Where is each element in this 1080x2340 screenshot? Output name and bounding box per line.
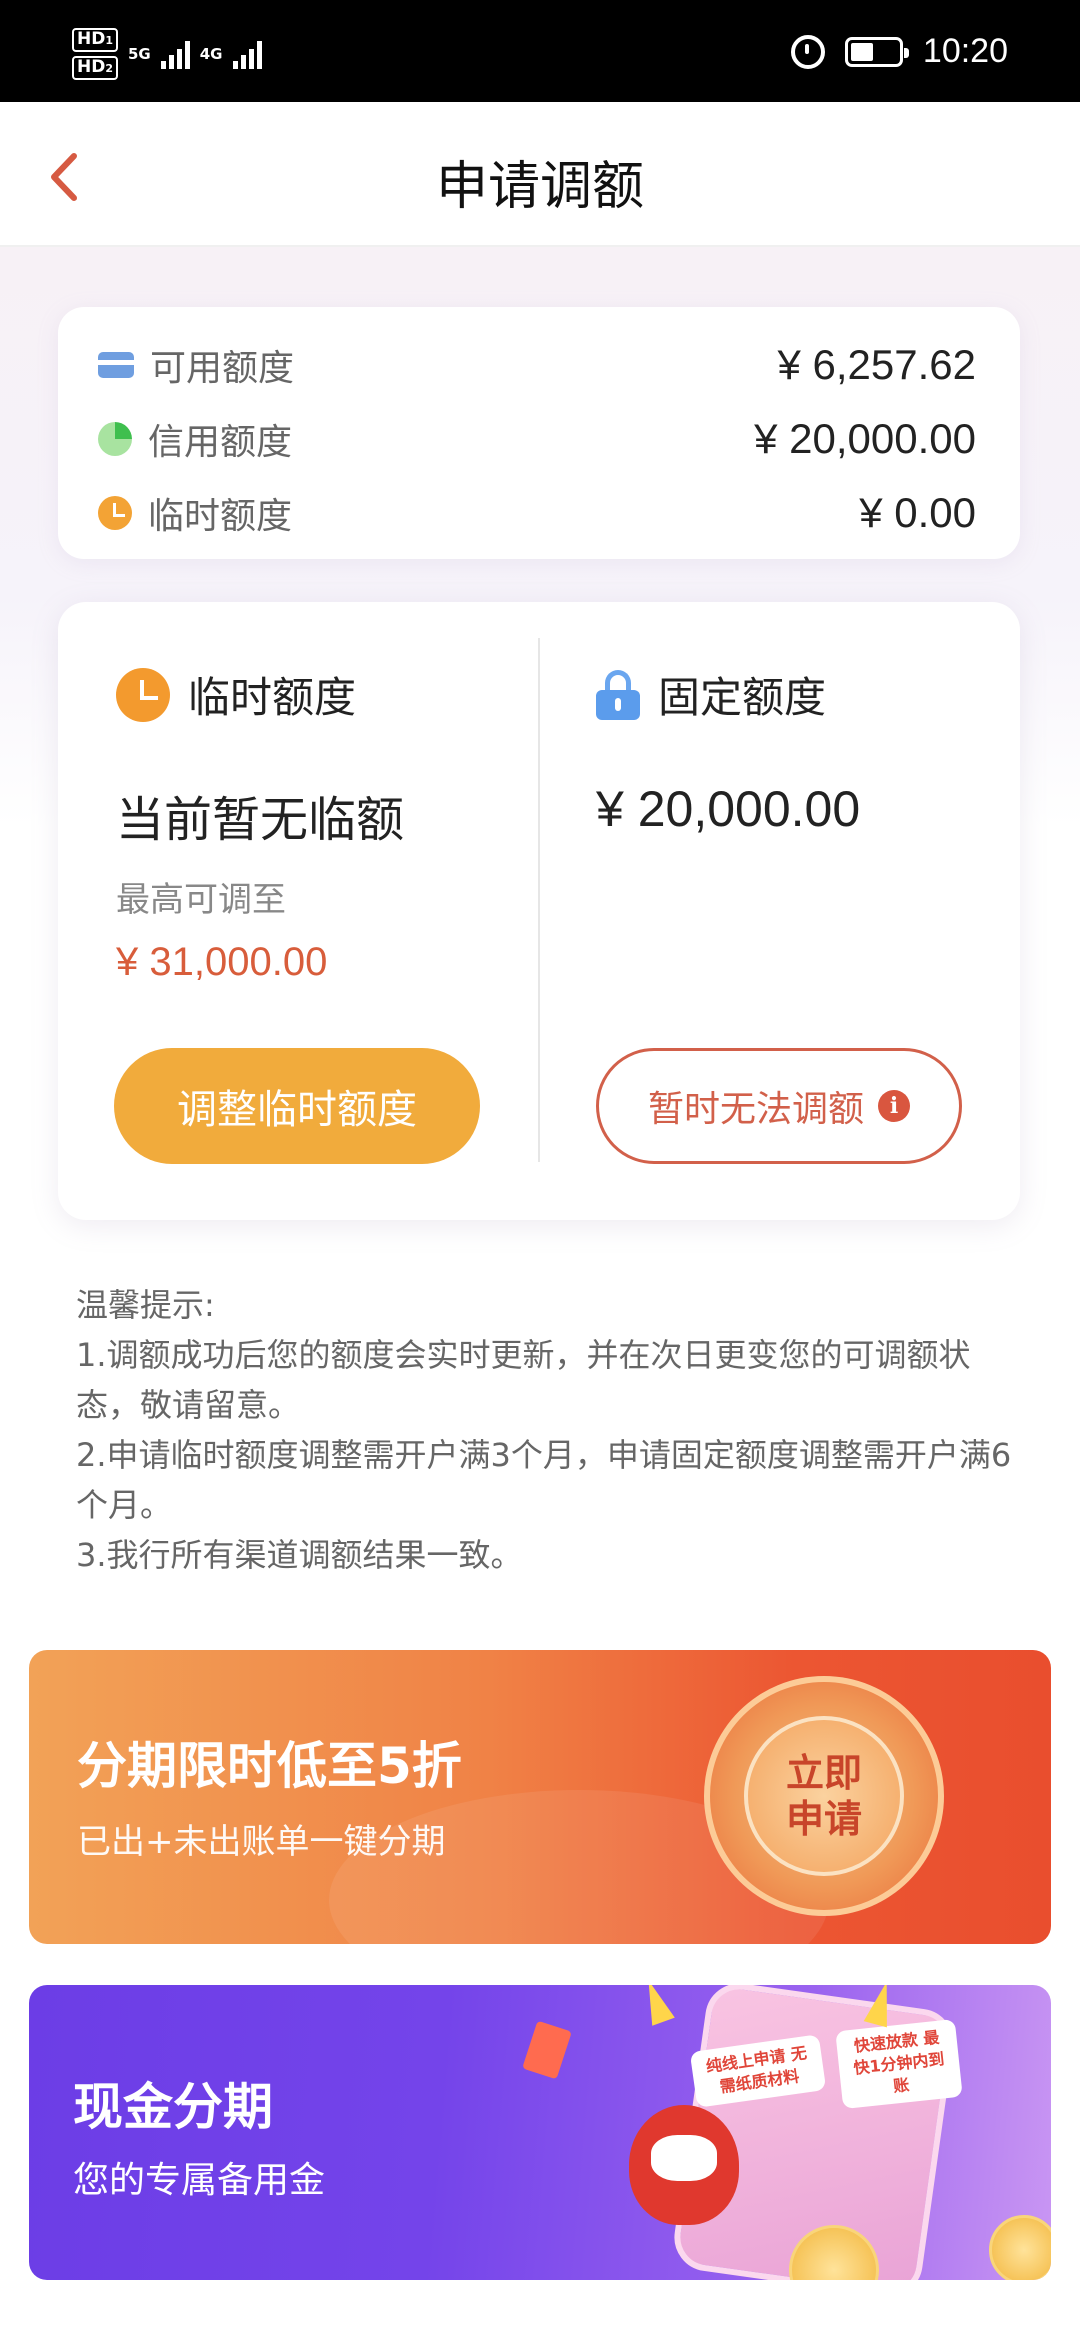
network-5g-label: 5G xyxy=(128,45,151,63)
installment-banner-subtitle: 已出+未出账单一键分期 xyxy=(77,1822,446,1862)
signal-icon xyxy=(160,39,190,69)
adjust-limit-card: 临时额度 当前暂无临额 最高可调至 ¥ 31,000.00 调整临时额度 固定额… xyxy=(58,602,1020,1220)
max-adjust-label: 最高可调至 xyxy=(116,880,286,920)
adjust-temp-limit-button[interactable]: 调整临时额度 xyxy=(114,1048,480,1164)
coin-icon xyxy=(989,2215,1051,2280)
cannot-adjust-button-label: 暂时无法调额 xyxy=(647,1089,864,1130)
temp-section-header: 临时额度 xyxy=(116,664,356,725)
fixed-section-title: 固定额度 xyxy=(658,673,827,722)
hd2-indicator: HD2 xyxy=(72,56,118,80)
credit-limit-row: 信用额度 ¥ 20,000.00 xyxy=(98,409,976,469)
status-time: 10:20 xyxy=(922,32,1008,70)
lock-icon xyxy=(596,669,640,720)
max-adjust-value: ¥ 31,000.00 xyxy=(116,940,328,984)
tip-item: 1.调额成功后您的额度会实时更新，并在次日更变您的可调额状态，敬请留意。 xyxy=(76,1336,971,1424)
status-bar: HD1 HD2 5G 4G 10:20 xyxy=(0,0,1080,102)
temp-limit-value: ¥ 0.00 xyxy=(859,489,976,536)
mascot-illustration xyxy=(629,2105,739,2225)
network-4g-label: 4G xyxy=(199,45,223,63)
red-envelope-icon xyxy=(522,2020,572,2080)
available-limit-value: ¥ 6,257.62 xyxy=(777,341,976,388)
hd1-text: HD xyxy=(77,29,106,49)
signal-icon xyxy=(232,39,262,69)
page-title: 申请调额 xyxy=(435,157,644,217)
apply-now-badge[interactable]: 立即申请 xyxy=(704,1676,944,1916)
temp-limit-label: 临时额度 xyxy=(148,496,293,537)
temp-limit-row: 临时额度 ¥ 0.00 xyxy=(98,483,976,543)
installment-banner[interactable]: 分期限时低至5折 已出+未出账单一键分期 立即申请 xyxy=(29,1650,1051,1944)
temp-limit-status: 当前暂无临额 xyxy=(116,792,405,848)
tips-section: 温馨提示: 1.调额成功后您的额度会实时更新，并在次日更变您的可调额状态，敬请留… xyxy=(76,1280,1016,1580)
adjust-temp-limit-button-label: 调整临时额度 xyxy=(177,1087,417,1133)
tips-title: 温馨提示: xyxy=(76,1286,215,1324)
battery-icon xyxy=(844,36,909,67)
banner-tag: 快速放款 最快1分钟内到账 xyxy=(835,2018,963,2110)
alarm-icon xyxy=(790,34,825,69)
clock-icon xyxy=(116,667,170,722)
hd1-sub: 1 xyxy=(105,34,113,47)
credit-limit-label: 信用额度 xyxy=(148,422,293,463)
card-divider xyxy=(538,638,540,1162)
tip-item: 2.申请临时额度调整需开户满3个月，申请固定额度调整需开户满6个月。 xyxy=(76,1436,1012,1524)
hd2-text: HD xyxy=(77,57,106,77)
fixed-section-header: 固定额度 xyxy=(596,664,826,725)
available-limit-row: 可用额度 ¥ 6,257.62 xyxy=(98,335,976,395)
apply-now-label: 立即申请 xyxy=(785,1751,862,1841)
nav-header: 申请调额 xyxy=(0,102,1080,247)
apply-now-badge-inner: 立即申请 xyxy=(744,1716,904,1876)
credit-limit-value: ¥ 20,000.00 xyxy=(754,415,976,462)
hd-indicators: HD1 HD2 xyxy=(72,28,118,80)
available-limit-label: 可用额度 xyxy=(150,348,295,389)
card-icon xyxy=(98,352,134,378)
status-right: 10:20 xyxy=(790,32,1008,71)
pie-icon xyxy=(98,422,132,456)
cannot-adjust-button[interactable]: 暂时无法调额 i xyxy=(596,1048,962,1164)
lightning-icon xyxy=(637,1985,675,2026)
cash-banner-title: 现金分期 xyxy=(73,2078,273,2136)
cash-installment-banner[interactable]: 现金分期 您的专属备用金 纯线上申请 无需纸质材料 快速放款 最快1分钟内到账 xyxy=(29,1985,1051,2280)
limit-summary-card: 可用额度 ¥ 6,257.62 信用额度 ¥ 20,000.00 临时额度 ¥ … xyxy=(58,307,1020,559)
temp-section-title: 临时额度 xyxy=(188,673,357,722)
fixed-limit-value: ¥ 20,000.00 xyxy=(596,781,861,837)
tip-item: 3.我行所有渠道调额结果一致。 xyxy=(76,1536,523,1574)
hd1-indicator: HD1 xyxy=(72,28,118,52)
hd2-sub: 2 xyxy=(105,62,113,75)
status-left: HD1 HD2 5G 4G xyxy=(72,28,262,80)
info-icon[interactable]: i xyxy=(878,1090,910,1122)
clock-icon xyxy=(98,496,132,530)
installment-banner-title: 分期限时低至5折 xyxy=(77,1737,462,1795)
cash-banner-subtitle: 您的专属备用金 xyxy=(73,2160,326,2201)
